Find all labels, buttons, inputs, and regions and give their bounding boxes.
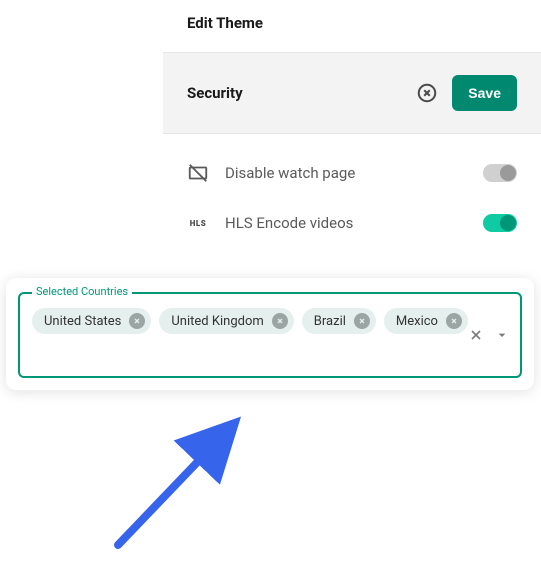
security-header: Security Save (163, 52, 541, 134)
chip: Brazil (302, 308, 376, 334)
chip-label: Mexico (396, 314, 438, 329)
chip-remove-icon[interactable] (354, 313, 370, 329)
country-multiselect[interactable]: Selected Countries United StatesUnited K… (18, 292, 522, 378)
setting-hls: HLS HLS Encode videos (163, 198, 541, 248)
page-title: Edit Theme (163, 0, 541, 52)
clear-all-icon[interactable] (468, 327, 484, 343)
chip-label: United States (44, 314, 121, 329)
chevron-down-icon[interactable] (494, 327, 510, 343)
screen-off-icon (187, 162, 209, 184)
chip-remove-icon[interactable] (272, 313, 288, 329)
chip-label: Brazil (314, 314, 346, 329)
setting-label: HLS Encode videos (225, 214, 467, 232)
chip-remove-icon[interactable] (129, 313, 145, 329)
hls-icon: HLS (187, 212, 209, 234)
toggle-disable-watch[interactable] (483, 164, 517, 182)
setting-label: Disable watch page (225, 164, 467, 182)
multiselect-legend: Selected Countries (32, 285, 132, 298)
save-button[interactable]: Save (452, 75, 517, 111)
chips-container: United States United Kingdom Brazil Mexico (32, 308, 470, 334)
multiselect-controls (468, 327, 510, 343)
country-select-popover: Selected Countries United States United K… (6, 278, 534, 390)
security-title: Security (187, 84, 416, 102)
chip-label: United Kingdom (171, 314, 263, 329)
chip-remove-icon[interactable] (446, 313, 462, 329)
setting-disable-watch: Disable watch page (163, 148, 541, 198)
close-icon[interactable] (416, 82, 438, 104)
chip: Mexico (384, 308, 468, 334)
chip: United Kingdom (159, 308, 293, 334)
toggle-hls[interactable] (483, 214, 517, 232)
chip: United States (32, 308, 151, 334)
